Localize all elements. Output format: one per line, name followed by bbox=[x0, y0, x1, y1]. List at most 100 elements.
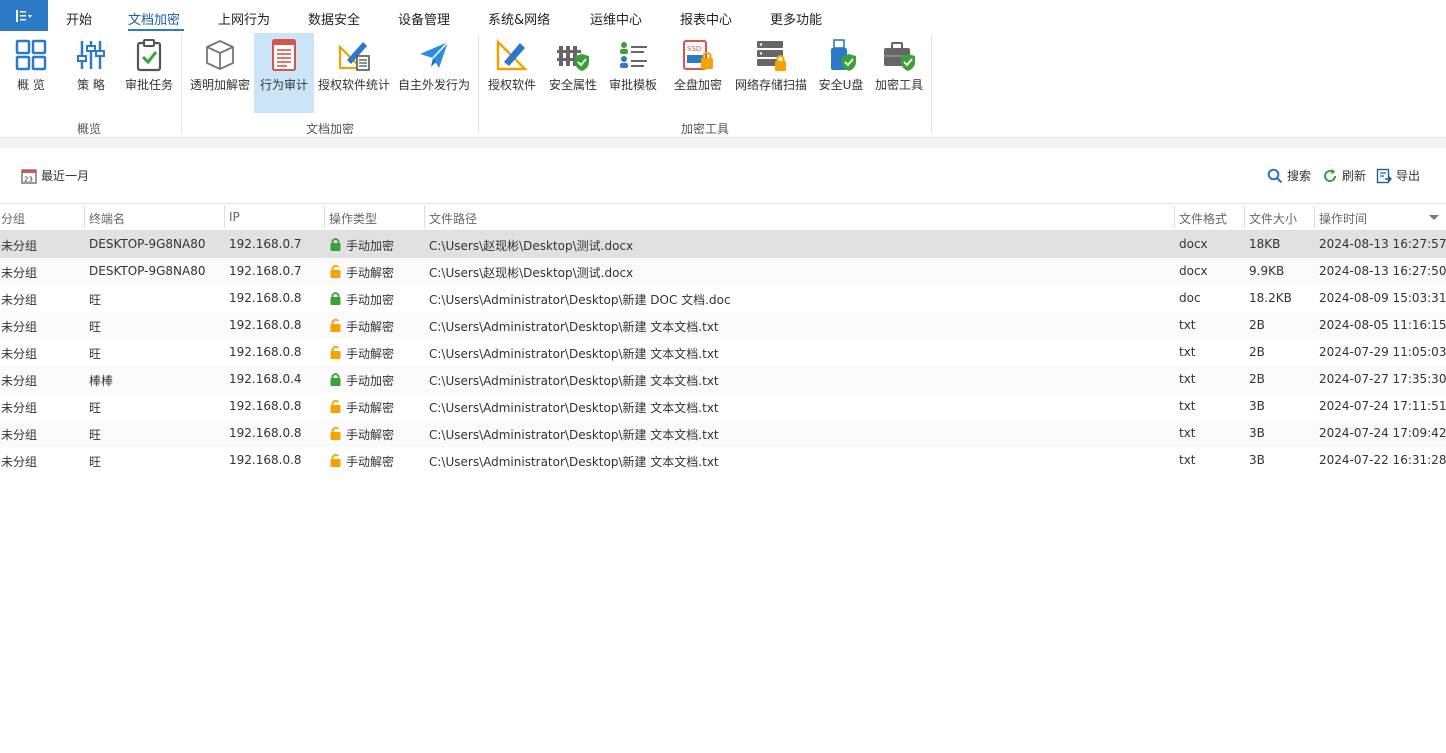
column-separator[interactable] bbox=[424, 206, 425, 228]
authorized-software-stats-button[interactable]: 授权软件统计 bbox=[316, 33, 392, 113]
menu-system-network[interactable]: 系统&网络 bbox=[488, 9, 550, 28]
column-header-file-path[interactable]: 文件路径 bbox=[429, 210, 477, 227]
list-menu-icon[interactable] bbox=[0, 0, 48, 31]
svg-text:SSD: SSD bbox=[687, 45, 701, 53]
column-header-ip[interactable]: IP bbox=[229, 210, 240, 224]
column-header-op-type[interactable]: 操作类型 bbox=[329, 210, 377, 227]
cell-group: 未分组 bbox=[1, 320, 38, 334]
pen-ruler-list-icon bbox=[338, 42, 370, 71]
op-type-label: 手动解密 bbox=[346, 347, 395, 361]
column-separator[interactable] bbox=[224, 206, 225, 228]
menu-start[interactable]: 开始 bbox=[66, 9, 92, 28]
menu-report-center[interactable]: 报表中心 bbox=[680, 9, 732, 28]
column-header-group[interactable]: 分组 bbox=[1, 210, 25, 227]
op-type-label: 手动解密 bbox=[346, 401, 395, 415]
cell-group: 未分组 bbox=[1, 455, 38, 469]
column-header-file-size[interactable]: 文件大小 bbox=[1249, 210, 1297, 227]
document-list-icon bbox=[272, 39, 296, 71]
sort-desc-icon[interactable] bbox=[1429, 215, 1439, 220]
search-button[interactable]: 搜索 bbox=[1267, 167, 1311, 184]
authorized-software-button[interactable]: 授权软件 bbox=[484, 33, 540, 113]
cell-op-type: 手动加密 bbox=[329, 291, 394, 308]
menu-data-security[interactable]: 数据安全 bbox=[308, 9, 360, 28]
cube-icon bbox=[206, 40, 234, 70]
table-row[interactable]: 未分组 旺 192.168.0.8 手动解密 C:\Users\Administrato… bbox=[0, 339, 1446, 366]
table-row[interactable]: 未分组 旺 192.168.0.8 手动解密 C:\Users\Administrato… bbox=[0, 420, 1446, 447]
cell-file-path: C:\Users\赵现彬\Desktop\测试.docx bbox=[429, 266, 634, 280]
behavior-audit-button[interactable]: 行为审计 bbox=[254, 33, 314, 113]
people-list-icon bbox=[620, 42, 647, 68]
lock-closed-icon bbox=[329, 291, 342, 308]
cell-file-format: txt bbox=[1179, 399, 1196, 413]
column-separator[interactable] bbox=[1174, 206, 1175, 228]
lock-open-icon bbox=[329, 318, 342, 335]
network-storage-scan-button[interactable]: 网络存储扫描 bbox=[733, 33, 809, 113]
cell-op-type: 手动解密 bbox=[329, 426, 394, 443]
table-body: 未分组 DESKTOP-9G8NA80 192.168.0.7 手动加密 C:\User… bbox=[0, 231, 1446, 474]
cell-op-time: 2024-07-24 17:11:51 bbox=[1319, 399, 1446, 413]
approval-task-button[interactable]: 审批任务 bbox=[122, 33, 176, 113]
cell-group: 未分组 bbox=[1, 374, 38, 388]
column-separator[interactable] bbox=[1314, 206, 1315, 228]
svg-text:23: 23 bbox=[24, 175, 33, 183]
column-header-file-format[interactable]: 文件格式 bbox=[1179, 210, 1227, 227]
secure-usb-button[interactable]: 安全U盘 bbox=[814, 33, 868, 113]
table-row[interactable]: 未分组 旺 192.168.0.8 手动解密 C:\Users\Administrato… bbox=[0, 393, 1446, 420]
cell-file-format: txt bbox=[1179, 453, 1196, 467]
refresh-icon bbox=[1324, 168, 1337, 182]
menu-device-manage[interactable]: 设备管理 bbox=[398, 9, 450, 28]
column-header-terminal[interactable]: 终端名 bbox=[89, 210, 125, 227]
cell-op-type: 手动解密 bbox=[329, 264, 394, 281]
cell-op-time: 2024-08-05 11:16:15 bbox=[1319, 318, 1446, 332]
date-range-button[interactable]: 23 最近一月 bbox=[21, 167, 89, 184]
menu-doc-encrypt[interactable]: 文档加密 bbox=[128, 9, 180, 28]
column-separator[interactable] bbox=[1244, 206, 1245, 228]
op-type-label: 手动加密 bbox=[346, 239, 395, 253]
paper-plane-icon bbox=[420, 41, 449, 68]
policy-button[interactable]: 策 略 bbox=[68, 33, 114, 113]
op-type-label: 手动解密 bbox=[346, 455, 395, 469]
op-type-label: 手动解密 bbox=[346, 428, 395, 442]
cell-file-size: 2B bbox=[1249, 345, 1265, 359]
cell-op-time: 2024-08-13 16:27:50 bbox=[1319, 264, 1446, 278]
menu-ops-center[interactable]: 运维中心 bbox=[590, 9, 642, 28]
cell-file-format: txt bbox=[1179, 345, 1196, 359]
grid-icon bbox=[15, 39, 47, 71]
table-row[interactable]: 未分组 DESKTOP-9G8NA80 192.168.0.7 手动解密 C:\User… bbox=[0, 258, 1446, 285]
cell-file-path: C:\Users\Administrator\Desktop\新建 文本文档.t… bbox=[429, 347, 719, 361]
full-disk-encrypt-button[interactable]: SSD 全盘加密 bbox=[666, 33, 730, 113]
encrypt-tool-button[interactable]: 加密工具 bbox=[872, 33, 926, 113]
cell-file-size: 2B bbox=[1249, 372, 1265, 386]
refresh-button[interactable]: 刷新 bbox=[1322, 167, 1366, 184]
cell-op-type: 手动解密 bbox=[329, 318, 394, 335]
cell-op-type: 手动解密 bbox=[329, 345, 394, 362]
date-range-label: 最近一月 bbox=[41, 169, 90, 183]
fence-shield-icon bbox=[557, 46, 589, 71]
outbound-behavior-button[interactable]: 自主外发行为 bbox=[396, 33, 472, 113]
table-row[interactable]: 未分组 棒棒 192.168.0.4 手动加密 C:\Users\Administrat… bbox=[0, 366, 1446, 393]
export-label: 导出 bbox=[1396, 169, 1421, 183]
cell-op-type: 手动解密 bbox=[329, 453, 394, 470]
cell-file-path: C:\Users\Administrator\Desktop\新建 DOC 文档… bbox=[429, 293, 731, 307]
transparent-encrypt-button[interactable]: 透明加解密 bbox=[187, 33, 253, 113]
ribbon-group-separator bbox=[931, 35, 932, 133]
menu-web-behavior[interactable]: 上网行为 bbox=[218, 9, 270, 28]
cell-file-size: 9.9KB bbox=[1249, 264, 1285, 278]
approval-template-button[interactable]: 审批模板 bbox=[605, 33, 661, 113]
overview-button[interactable]: 概 览 bbox=[8, 33, 54, 113]
export-button[interactable]: 导出 bbox=[1376, 167, 1420, 184]
column-separator[interactable] bbox=[324, 206, 325, 228]
table-row[interactable]: 未分组 旺 192.168.0.8 手动加密 C:\Users\Administrato… bbox=[0, 285, 1446, 312]
cell-group: 未分组 bbox=[1, 347, 38, 361]
clipboard-check-icon bbox=[136, 39, 162, 72]
cell-file-format: txt bbox=[1179, 426, 1196, 440]
column-separator[interactable] bbox=[84, 206, 85, 228]
table-row[interactable]: 未分组 旺 192.168.0.8 手动解密 C:\Users\Administrato… bbox=[0, 312, 1446, 339]
table-row[interactable]: 未分组 DESKTOP-9G8NA80 192.168.0.7 手动加密 C:\User… bbox=[0, 231, 1446, 258]
cell-file-path: C:\Users\赵现彬\Desktop\测试.docx bbox=[429, 239, 634, 253]
menu-more[interactable]: 更多功能 bbox=[770, 9, 822, 28]
column-header-op-time[interactable]: 操作时间 bbox=[1319, 210, 1367, 227]
cell-file-format: doc bbox=[1179, 291, 1201, 305]
table-row[interactable]: 未分组 旺 192.168.0.8 手动解密 C:\Users\Administrato… bbox=[0, 447, 1446, 474]
security-attributes-button[interactable]: 安全属性 bbox=[545, 33, 601, 113]
